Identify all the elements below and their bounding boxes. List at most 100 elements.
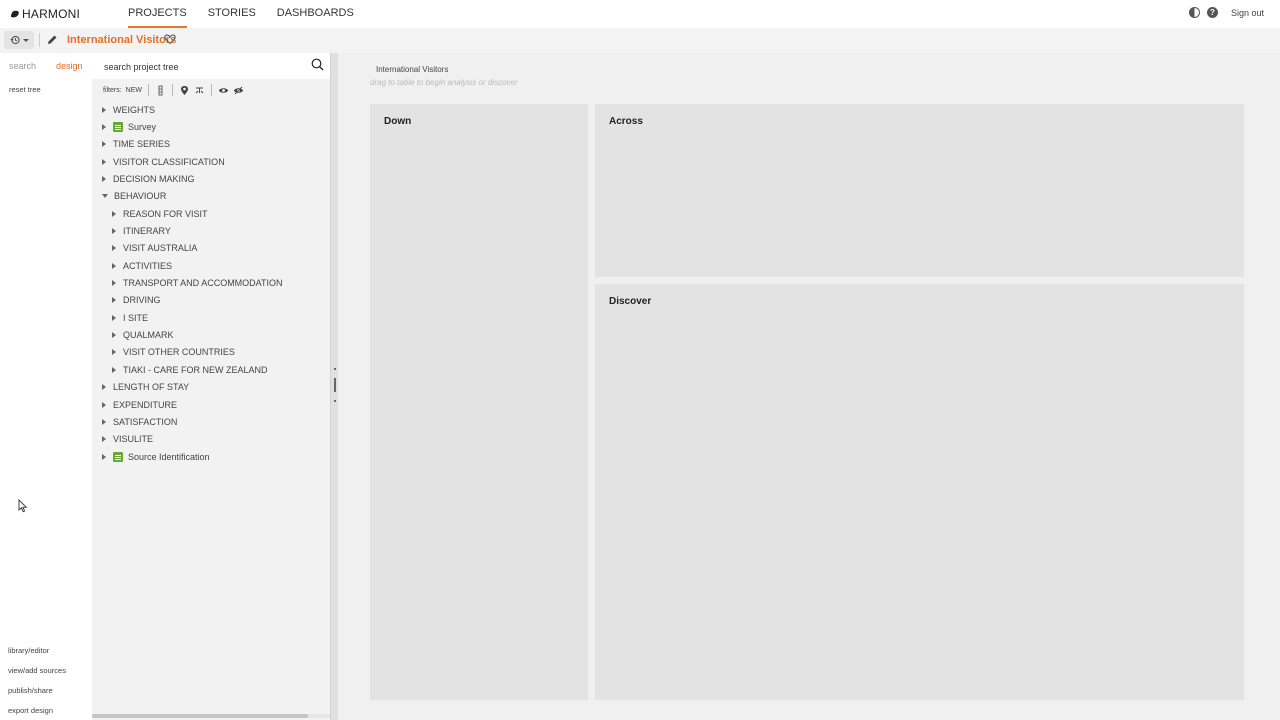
edit-pencil-icon[interactable]: [47, 34, 58, 45]
tree-node[interactable]: TIAKI - CARE FOR NEW ZEALAND: [92, 361, 330, 378]
caret-right-icon[interactable]: [102, 384, 106, 391]
tree-node[interactable]: SATISFACTION: [92, 413, 330, 430]
help-icon[interactable]: ?: [1206, 7, 1218, 18]
caret-right-icon[interactable]: [112, 297, 116, 304]
caret-right-icon[interactable]: [112, 332, 116, 339]
workspace-title: International Visitors: [376, 65, 449, 74]
tree-node[interactable]: ITINERARY: [92, 222, 330, 239]
tree-node[interactable]: I SITE: [92, 309, 330, 326]
caret-right-icon[interactable]: [112, 262, 116, 269]
tree-node-label: VISIT OTHER COUNTRIES: [123, 347, 235, 358]
across-drop-zone[interactable]: Across: [595, 104, 1244, 277]
caret-right-icon[interactable]: [112, 245, 116, 252]
caret-down-icon[interactable]: [102, 194, 108, 199]
tree-node[interactable]: DRIVING: [92, 292, 330, 309]
tree-node[interactable]: TRANSPORT AND ACCOMMODATION: [92, 274, 330, 291]
tree-node[interactable]: TIME SERIES: [92, 136, 330, 153]
caret-right-icon[interactable]: [102, 176, 106, 183]
filter-location-pin-icon[interactable]: [179, 85, 190, 96]
filter-divider: [148, 84, 150, 96]
search-icon[interactable]: [311, 58, 324, 71]
tab-search[interactable]: search: [9, 61, 36, 71]
caret-right-icon[interactable]: [112, 210, 116, 217]
tree-node-label: BEHAVIOUR: [114, 191, 167, 202]
tree-node-label: ITINERARY: [123, 226, 171, 237]
tree-node[interactable]: QUALMARK: [92, 326, 330, 343]
view-add-sources-link[interactable]: view/add sources: [8, 666, 66, 675]
tab-design[interactable]: design: [56, 61, 83, 71]
tree-node-label: WEIGHTS: [113, 104, 155, 115]
project-tree-panel: filters: NEW WEIGHTS Survey TIME SERIES VIS…: [92, 53, 330, 720]
reset-tree-link[interactable]: reset tree: [9, 85, 41, 94]
filter-divider: [172, 84, 174, 96]
tree-node-label: SATISFACTION: [113, 416, 178, 427]
panel-resize-splitter[interactable]: [330, 53, 338, 720]
tree-node[interactable]: REASON FOR VISIT: [92, 205, 330, 222]
splitter-grip-icon: [334, 378, 336, 392]
tree-node-label: DECISION MAKING: [113, 174, 195, 185]
tree-node[interactable]: ACTIVITIES: [92, 257, 330, 274]
tree-node[interactable]: Survey: [92, 118, 330, 135]
history-button[interactable]: [4, 31, 34, 49]
caret-right-icon[interactable]: [102, 418, 106, 425]
tree-node-label: DRIVING: [123, 295, 161, 306]
down-drop-zone[interactable]: Down: [370, 104, 588, 700]
contrast-toggle-icon[interactable]: [1188, 7, 1200, 18]
mouse-cursor-icon: [18, 499, 28, 513]
brand-name: HARMONI: [22, 7, 81, 21]
caret-right-icon[interactable]: [102, 158, 106, 165]
filter-visible-eye-icon[interactable]: [218, 85, 229, 96]
tree-node[interactable]: VISULITE: [92, 431, 330, 448]
tree-node-label: LENGTH OF STAY: [113, 382, 190, 393]
tree-node-label: TIAKI - CARE FOR NEW ZEALAND: [123, 364, 268, 375]
tree-node[interactable]: BEHAVIOUR: [92, 188, 330, 205]
tree-node[interactable]: LENGTH OF STAY: [92, 379, 330, 396]
discover-drop-zone[interactable]: Discover: [595, 284, 1244, 700]
tree-node[interactable]: DECISION MAKING: [92, 170, 330, 187]
caret-right-icon[interactable]: [102, 401, 106, 408]
library-editor-link[interactable]: library/editor: [8, 646, 49, 655]
caret-right-icon[interactable]: [112, 314, 116, 321]
tree-node[interactable]: Source Identification: [92, 448, 330, 465]
tree-node[interactable]: VISIT OTHER COUNTRIES: [92, 344, 330, 361]
tree-node-label: ACTIVITIES: [123, 260, 173, 271]
tree-search-bar: [92, 53, 330, 79]
splitter-grip-dot: [334, 368, 336, 370]
export-design-link[interactable]: export design: [8, 706, 53, 715]
splitter-grip-dot: [334, 400, 336, 402]
nav-dashboards[interactable]: DASHBOARDS: [277, 0, 354, 28]
caret-right-icon[interactable]: [112, 280, 116, 287]
caret-right-icon[interactable]: [112, 366, 116, 373]
filter-hierarchy-icon[interactable]: [194, 85, 205, 96]
tree-node[interactable]: EXPENDITURE: [92, 396, 330, 413]
caret-right-icon[interactable]: [102, 436, 106, 443]
tree-horizontal-scrollbar[interactable]: [92, 714, 330, 718]
caret-right-icon[interactable]: [112, 349, 116, 356]
filter-new[interactable]: NEW: [126, 87, 142, 94]
caret-right-icon[interactable]: [102, 106, 106, 113]
favorite-heart-icon[interactable]: [164, 33, 176, 45]
filter-hidden-eye-icon[interactable]: [233, 85, 244, 96]
nav-stories[interactable]: STORIES: [208, 0, 256, 28]
tree-node[interactable]: VISIT AUSTRALIA: [92, 240, 330, 257]
project-title[interactable]: International Visitors: [67, 34, 176, 46]
nav-projects[interactable]: PROJECTS: [128, 0, 187, 28]
project-tree: WEIGHTS Survey TIME SERIES VISITOR CLASSIFI…: [92, 101, 330, 465]
tree-node-label: VISITOR CLASSIFICATION: [113, 156, 225, 167]
caret-right-icon[interactable]: [112, 228, 116, 235]
caret-right-icon[interactable]: [102, 453, 106, 460]
filter-variable-icon[interactable]: [155, 85, 166, 96]
publish-share-link[interactable]: publish/share: [8, 686, 53, 695]
caret-right-icon[interactable]: [102, 141, 106, 148]
filters-label: filters:: [103, 86, 122, 94]
tree-node[interactable]: WEIGHTS: [92, 101, 330, 118]
tree-node-label: TIME SERIES: [113, 139, 171, 150]
tree-search-input[interactable]: [104, 59, 304, 75]
tree-node[interactable]: VISITOR CLASSIFICATION: [92, 153, 330, 170]
scrollbar-thumb[interactable]: [92, 714, 308, 718]
caret-right-icon[interactable]: [102, 124, 106, 131]
tree-node-label: VISULITE: [113, 434, 154, 445]
sign-out-link[interactable]: Sign out: [1231, 8, 1264, 18]
main-nav: PROJECTS STORIES DASHBOARDS: [128, 0, 375, 28]
brand-logo[interactable]: HARMONI: [10, 7, 80, 21]
